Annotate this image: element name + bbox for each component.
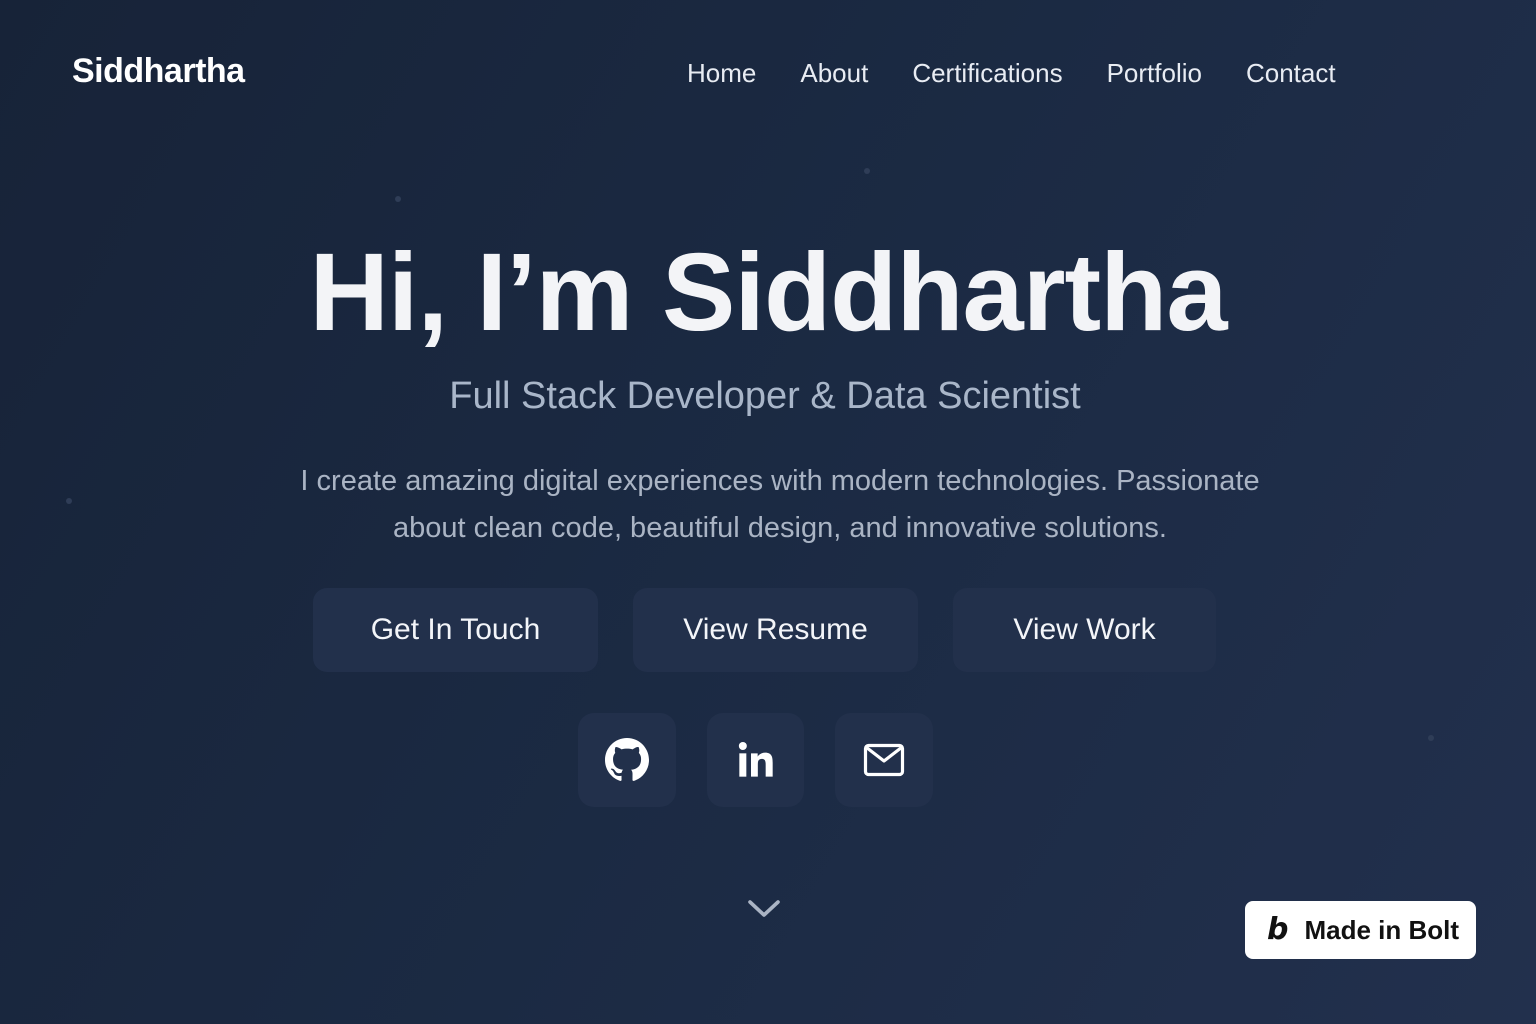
github-link[interactable] [578,713,676,807]
chevron-down-icon[interactable] [746,896,782,920]
nav-certifications[interactable]: Certifications [912,56,1062,90]
background-dot [1428,735,1434,741]
background-dot [66,498,72,504]
hero-description-line: I create amazing digital experiences wit… [300,465,1260,497]
hero-description: I create amazing digital experiences wit… [260,458,1300,552]
hero-description-line: about clean code, beautiful design, and … [393,512,1167,544]
bolt-logo-icon: b [1267,912,1289,947]
view-work-button[interactable]: View Work [953,588,1216,672]
github-icon [605,738,649,781]
linkedin-icon [738,742,773,777]
badge-label: Made in Bolt [1304,914,1460,945]
linkedin-link[interactable] [707,713,804,807]
hero-subtitle: Full Stack Developer & Data Scientist [449,375,1081,417]
hero-title: Hi, I’m Siddhartha [309,231,1227,354]
background-dot [395,196,401,202]
email-link[interactable] [835,713,933,807]
main-nav: Home About Certifications Portfolio Cont… [687,56,1336,90]
get-in-touch-button[interactable]: Get In Touch [313,588,598,672]
nav-portfolio[interactable]: Portfolio [1107,56,1202,90]
nav-home[interactable]: Home [687,56,756,90]
background-dot [864,168,870,174]
made-in-bolt-badge[interactable]: b Made in Bolt [1245,901,1476,959]
view-resume-button[interactable]: View Resume [633,588,918,672]
nav-contact[interactable]: Contact [1246,56,1336,90]
site-logo[interactable]: Siddhartha [72,52,245,91]
mail-icon [863,743,905,777]
nav-about[interactable]: About [800,56,868,90]
